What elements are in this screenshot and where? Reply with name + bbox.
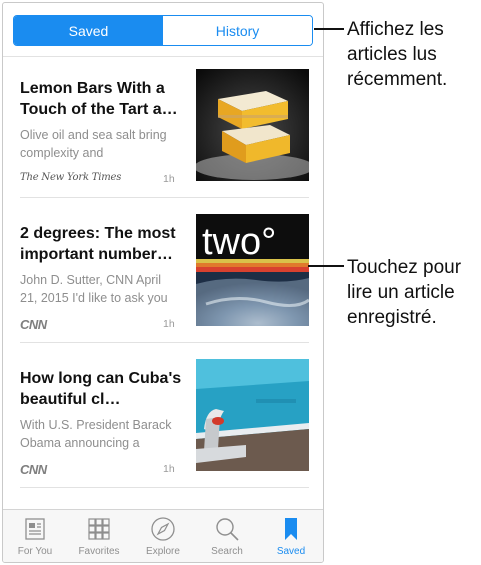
article-card[interactable]: 2 degrees: The most important number… Jo… <box>3 214 323 359</box>
tab-bar: For You Favorites Explore Search Saved <box>3 509 323 562</box>
tab-label: Saved <box>276 546 306 557</box>
saved-history-segmented-control: Saved History <box>13 15 313 46</box>
tab-search[interactable]: Search <box>195 510 259 562</box>
tab-explore[interactable]: Explore <box>131 510 195 562</box>
article-card[interactable]: Lemon Bars With a Touch of the Tart a… O… <box>3 69 323 214</box>
tab-favorites[interactable]: Favorites <box>67 510 131 562</box>
article-title: 2 degrees: The most important number… <box>20 225 176 263</box>
svg-text:two°: two° <box>202 221 276 263</box>
article-snippet: Olive oil and sea salt bring complexity … <box>20 128 167 160</box>
two-degrees-photo[interactable]: two° <box>196 214 309 326</box>
article-snippet: John D. Sutter, CNN April 21, 2015 I'd l… <box>20 273 168 305</box>
news-app-screen: Saved History Lemon Bars With a Touch of… <box>2 2 324 563</box>
article-divider <box>20 342 309 343</box>
tab-label: For You <box>17 546 53 557</box>
tab-label: Favorites <box>78 546 120 557</box>
article-card[interactable]: How long can Cuba's beautiful cl… With U… <box>3 359 323 504</box>
bookmark-icon <box>277 515 305 543</box>
article-divider <box>20 197 309 198</box>
article-snippet: With U.S. President Barack Obama announc… <box>20 418 172 450</box>
callout-leader-line <box>314 28 344 30</box>
saved-segment[interactable]: Saved <box>14 16 163 45</box>
source-logo: The New York Times <box>20 172 122 183</box>
tab-saved[interactable]: Saved <box>259 510 323 562</box>
history-segment[interactable]: History <box>163 16 312 45</box>
article-time: 1h <box>163 318 175 330</box>
source-logo: CNN <box>20 317 47 332</box>
search-icon <box>213 515 241 543</box>
source-logo: CNN <box>20 462 47 477</box>
article-time: 1h <box>163 173 175 185</box>
article-title: Lemon Bars With a Touch of the Tart a… <box>20 80 178 118</box>
article-divider <box>20 487 309 488</box>
tab-label: Search <box>211 546 243 557</box>
classic-car-photo[interactable] <box>196 359 309 471</box>
tab-for-you[interactable]: For You <box>3 510 67 562</box>
grid-icon <box>85 515 113 543</box>
compass-icon <box>149 515 177 543</box>
callout-leader-line <box>308 265 344 267</box>
header-divider <box>3 56 323 57</box>
tab-label: Explore <box>146 546 180 557</box>
article-time: 1h <box>163 463 175 475</box>
lemon-bars-photo[interactable] <box>196 69 309 181</box>
newspaper-icon <box>21 515 49 543</box>
article-title: How long can Cuba's beautiful cl… <box>20 370 182 408</box>
callout-saved-article: Touchez pour lire un article enregistré. <box>347 257 462 328</box>
callout-history: Affichez les articles lus récemment. <box>347 19 448 90</box>
